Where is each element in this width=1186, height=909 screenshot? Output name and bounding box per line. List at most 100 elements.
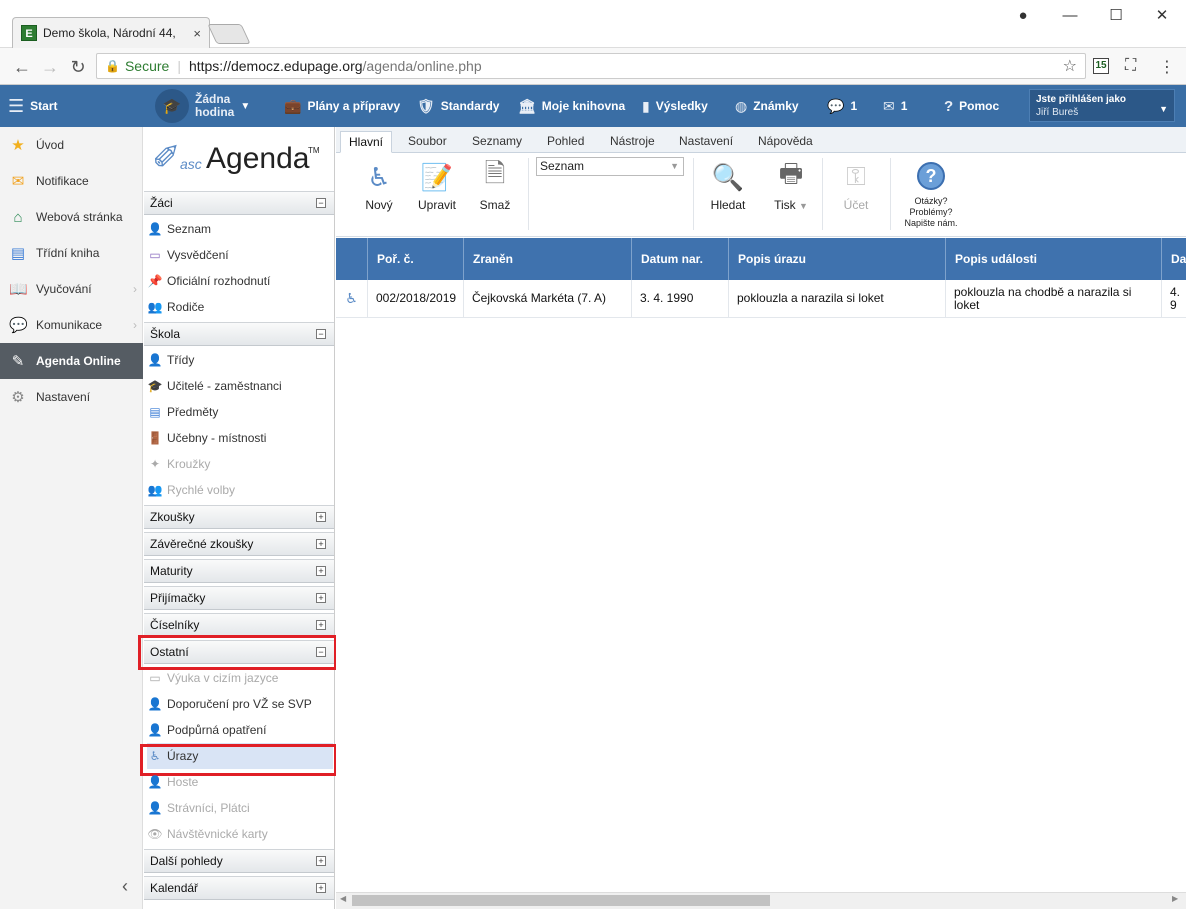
nav-item-uvod[interactable]: ★ Úvod [0,127,143,163]
ucet-button[interactable]: ⚿ Účet [831,160,881,212]
plany-button[interactable]: 💼 Plány a přípravy [284,85,400,127]
lesson-selector[interactable]: 🎓 Žádna hodina ▼ [155,85,250,127]
tab-pohled[interactable]: Pohled [539,131,592,153]
tab-close-icon[interactable]: × [193,26,201,41]
sidebar-item-ucebny[interactable]: 🚪 Učebny - místnosti [147,425,333,451]
sidebar-item-krouzky[interactable]: ✦ Kroužky [147,451,333,477]
scroll-right-icon[interactable]: ▶ [1172,894,1178,903]
messages-button[interactable]: 💬 1 [827,85,857,127]
scroll-left-icon[interactable]: ◀ [340,894,346,903]
sidebar-item-oficialni-rozhodnuti[interactable]: 📌 Oficiální rozhodnutí [147,268,333,294]
start-button[interactable]: ☰ Start [8,85,57,127]
nav-item-tridni-kniha[interactable]: ▤ Třídní kniha [0,235,143,271]
sidebar-item-seznam[interactable]: 👤 Seznam [147,216,333,242]
cast-icon[interactable]: ⛶ [1125,57,1136,75]
nav-item-notifikace[interactable]: ✉ Notifikace [0,163,143,199]
sidebar-item-podpurna-opatreni[interactable]: 👤 Podpůrná opatření [147,717,333,743]
expand-icon[interactable]: + [316,566,326,576]
expand-icon[interactable]: + [316,856,326,866]
column-header-popis-udalosti[interactable]: Popis události [946,238,1162,280]
hledat-label: Hledat [710,198,746,212]
sidebar-item-vyuka-cizi-jazyk[interactable]: ▭ Výuka v cizím jazyce [147,665,333,691]
nav-item-webova-stranka[interactable]: ⌂ Webová stránka [0,199,143,235]
vysledky-button[interactable]: ▮ Výsledky [642,85,708,127]
expand-icon[interactable]: + [316,512,326,522]
cell-da[interactable]: 4. 9 [1162,280,1186,318]
sidebar-item-rodice[interactable]: 👥 Rodiče [147,294,333,320]
section-zaverecne-zkousky[interactable]: Závěrečné zkoušky + [144,532,334,556]
account-icon[interactable]: ● [1011,6,1035,26]
novy-button[interactable]: ♿ Nový [354,160,404,213]
sidebar-item-vysvedceni[interactable]: ▭ Vysvědčení [147,242,333,268]
scrollbar-thumb[interactable] [352,895,770,906]
tab-napoveda[interactable]: Nápověda [750,131,821,153]
knihovna-button[interactable]: 🏛 Moje knihovna [518,85,625,127]
forward-icon[interactable]: → [40,57,60,78]
collapse-icon[interactable]: − [316,329,326,339]
section-zaci[interactable]: Žáci − [144,191,334,215]
row-injury-icon[interactable]: ♿ [336,280,368,318]
expand-icon[interactable]: + [316,539,326,549]
nav-item-vyucovani[interactable]: 📖 Vyučování › [0,271,143,307]
section-zkousky[interactable]: Zkoušky + [144,505,334,529]
cell-zranen[interactable]: Čejkovská Markéta (7. A) [464,280,632,318]
reload-icon[interactable]: ↻ [68,57,88,78]
menu-dots-icon[interactable]: ⋮ [1159,57,1175,77]
sidebar-item-predmety[interactable]: ▤ Předměty [147,399,333,425]
cell-por-c[interactable]: 002/2018/2019 [368,280,464,318]
sidebar-item-rychle-volby[interactable]: 👥 Rychlé volby [147,477,333,503]
hledat-button[interactable]: 🔍 Hledat [703,160,753,213]
back-icon[interactable]: ← [12,57,32,78]
smaz-button[interactable]: 🗎 Smaž [470,158,520,212]
cell-popis-udalosti[interactable]: poklouzla na chodbě a narazila si loket [946,280,1162,318]
tab-soubor[interactable]: Soubor [400,131,455,153]
user-menu[interactable]: Jste přihlášen jako Jiří Bureš ▼ [1029,89,1175,122]
sidebar-item-ucitele[interactable]: 🎓 Učitelé - zaměstnanci [147,373,333,399]
bookmark-star-icon[interactable]: ☆ [1063,56,1077,76]
sidebar-item-stravnici[interactable]: 👤 Strávníci, Plátci [147,795,333,821]
cell-datum-nar[interactable]: 3. 4. 1990 [632,280,729,318]
upravit-button[interactable]: 📝 Upravit [412,160,462,213]
column-header-datum-nar[interactable]: Datum nar. [632,238,729,280]
tab-hlavni[interactable]: Hlavní [340,131,393,153]
url-field[interactable]: 🔒 Secure | https://democz.edupage.org/ag… [96,53,1086,79]
sidebar-item-tridy[interactable]: 👤 Třídy [147,347,333,373]
sidebar-item-navstevnicke-karty[interactable]: 👁 Návštěvnické karty [147,821,333,847]
nav-item-komunikace[interactable]: 💬 Komunikace › [0,307,143,343]
expand-icon[interactable]: + [316,593,326,603]
tab-nastaveni[interactable]: Nastavení [671,131,741,153]
section-dalsi-pohledy[interactable]: Další pohledy + [144,849,334,873]
sidebar-item-doporuceni[interactable]: 👤 Doporučení pro VŽ se SVP [147,691,333,717]
collapse-icon[interactable]: − [316,198,326,208]
section-kalendar[interactable]: Kalendář + [144,876,334,900]
maximize-icon[interactable]: ☐ [1104,6,1128,26]
section-ciselniky[interactable]: Číselníky + [144,613,334,637]
section-prijimacky[interactable]: Přijímačky + [144,586,334,610]
browser-tab[interactable]: E Demo škola, Národní 44, × [12,17,210,48]
close-window-icon[interactable]: ✕ [1150,6,1174,26]
tab-nastroje[interactable]: Nástroje [602,131,663,153]
column-header-zranen[interactable]: Zraněn [464,238,632,280]
expand-icon[interactable]: + [316,620,326,630]
section-skola[interactable]: Škola − [144,322,334,346]
cell-popis-urazu[interactable]: poklouzla a narazila si loket [729,280,946,318]
extension-badge-icon[interactable]: 15 [1093,58,1109,74]
section-maturity[interactable]: Maturity + [144,559,334,583]
znamky-button[interactable]: ◍ Známky [735,85,799,127]
tisk-button[interactable]: 🖶 Tisk ▼ [761,158,821,212]
nav-item-agenda-online[interactable]: ✎ Agenda Online [0,343,143,379]
expand-icon[interactable]: + [316,883,326,893]
nav-item-nastaveni[interactable]: ⚙ Nastavení [0,379,143,415]
minimize-icon[interactable]: — [1058,6,1082,26]
tab-seznamy[interactable]: Seznamy [464,131,530,153]
standardy-button[interactable]: 🛡 Standardy [417,85,499,127]
help-button[interactable]: ? Otázky? Problémy? Napište nám. [899,162,963,229]
collapse-sidebar-icon[interactable]: ‹ [122,876,128,897]
pomoc-button[interactable]: ? Pomoc [944,85,999,127]
column-header-da[interactable]: Da [1162,238,1186,280]
view-select[interactable]: Seznam ▼ [536,157,684,176]
mail-button[interactable]: ✉ 1 [883,85,907,127]
sidebar-item-hoste[interactable]: 👤 Hoste [147,769,333,795]
column-header-popis-urazu[interactable]: Popis úrazu [729,238,946,280]
column-header-por-c[interactable]: Poř. č. [368,238,464,280]
